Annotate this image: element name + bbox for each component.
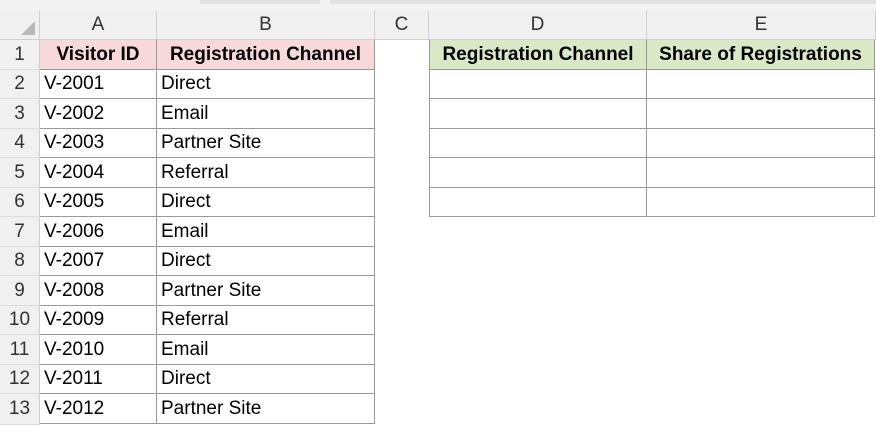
row-header[interactable]: 5 [0, 158, 40, 188]
visitor-id-cell[interactable]: V-2011 [40, 365, 157, 394]
summary-channel-cell[interactable] [429, 129, 647, 158]
row-header[interactable]: 8 [0, 247, 40, 276]
visitor-id-cell[interactable]: V-2010 [40, 335, 157, 365]
channel-cell[interactable]: Partner Site [157, 276, 375, 306]
ribbon-edge [0, 0, 876, 10]
row-header[interactable]: 11 [0, 335, 40, 365]
row-header[interactable]: 6 [0, 188, 40, 217]
ribbon-edge-segment [330, 0, 876, 4]
summary-share-cell[interactable] [647, 188, 875, 217]
summary-channel-cell[interactable] [429, 99, 647, 129]
row-header[interactable]: 12 [0, 365, 40, 394]
visitor-id-cell[interactable]: V-2001 [40, 70, 157, 99]
visitor-id-cell[interactable]: V-2007 [40, 247, 157, 276]
channel-cell[interactable]: Direct [157, 247, 375, 276]
visitor-id-cell[interactable]: V-2012 [40, 394, 157, 424]
column-header-e[interactable]: E [647, 10, 876, 40]
channel-cell[interactable]: Email [157, 99, 375, 129]
row-header[interactable]: 4 [0, 129, 40, 158]
row-header[interactable]: 13 [0, 394, 40, 425]
summary-share-cell[interactable] [647, 99, 875, 129]
summary-channel-cell[interactable] [429, 188, 647, 217]
visitor-id-cell[interactable]: V-2003 [40, 129, 157, 158]
summary-header-share[interactable]: Share of Registrations [647, 40, 875, 70]
column-header-d[interactable]: D [429, 10, 647, 40]
visitor-id-cell[interactable]: V-2008 [40, 276, 157, 306]
channel-cell[interactable]: Partner Site [157, 129, 375, 158]
summary-share-cell[interactable] [647, 70, 875, 99]
channel-cell[interactable]: Email [157, 335, 375, 365]
channel-cell[interactable]: Partner Site [157, 394, 375, 424]
row-header[interactable]: 9 [0, 276, 40, 306]
header-cell-visitor-id[interactable]: Visitor ID [40, 40, 157, 70]
row-header[interactable]: 3 [0, 99, 40, 129]
channel-cell[interactable]: Referral [157, 306, 375, 335]
column-header-b[interactable]: B [157, 10, 375, 40]
channel-cell[interactable]: Email [157, 217, 375, 247]
column-header-c[interactable]: C [375, 10, 429, 40]
summary-share-cell[interactable] [647, 158, 875, 188]
row-header[interactable]: 7 [0, 217, 40, 247]
visitor-id-cell[interactable]: V-2006 [40, 217, 157, 247]
header-cell-registration-channel[interactable]: Registration Channel [157, 40, 375, 70]
visitor-id-cell[interactable]: V-2009 [40, 306, 157, 335]
ribbon-edge-segment [200, 0, 320, 4]
visitor-id-cell[interactable]: V-2002 [40, 99, 157, 129]
summary-channel-cell[interactable] [429, 158, 647, 188]
select-all-corner[interactable] [0, 10, 40, 40]
channel-cell[interactable]: Direct [157, 365, 375, 394]
visitor-id-cell[interactable]: V-2005 [40, 188, 157, 217]
select-all-triangle-icon [21, 21, 35, 35]
row-header[interactable]: 10 [0, 306, 40, 335]
visitor-id-cell[interactable]: V-2004 [40, 158, 157, 188]
summary-channel-cell[interactable] [429, 70, 647, 99]
channel-cell[interactable]: Direct [157, 188, 375, 217]
channel-cell[interactable]: Referral [157, 158, 375, 188]
row-header[interactable]: 2 [0, 70, 40, 99]
channel-cell[interactable]: Direct [157, 70, 375, 99]
column-header-a[interactable]: A [40, 10, 157, 40]
row-header[interactable]: 1 [0, 40, 40, 70]
summary-share-cell[interactable] [647, 129, 875, 158]
summary-header-registration-channel[interactable]: Registration Channel [429, 40, 647, 70]
